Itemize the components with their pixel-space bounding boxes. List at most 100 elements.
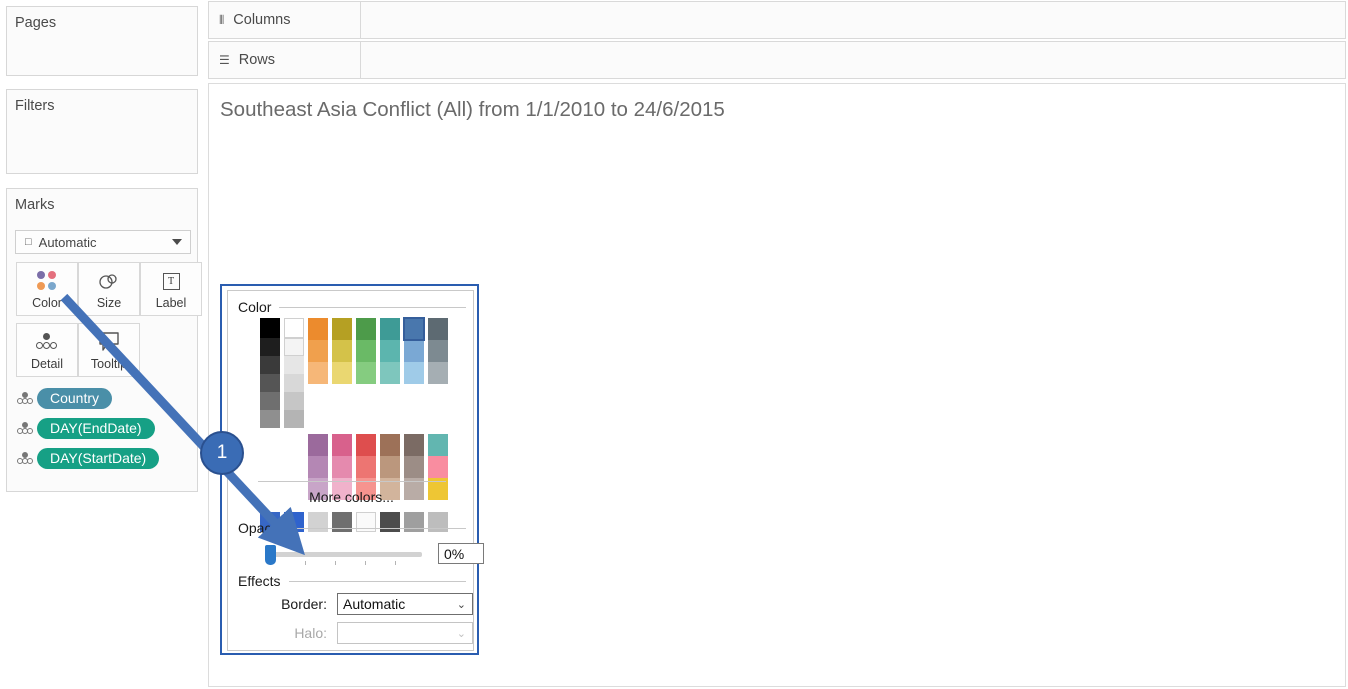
chevron-down-icon: ⌄ [456, 627, 466, 640]
rows-shelf[interactable]: ☰ Rows [208, 41, 1346, 79]
swatch-column-orange-ramp[interactable] [308, 318, 328, 384]
columns-label-text: Columns [233, 12, 291, 28]
color-swatch[interactable] [356, 434, 376, 456]
swatch-column-green-ramp[interactable] [356, 318, 376, 384]
chevron-down-icon: ⌄ [456, 598, 466, 611]
pill-label: Country [37, 387, 113, 409]
marks-tooltip-button[interactable]: Tooltip [78, 323, 140, 377]
color-swatch[interactable] [284, 318, 304, 338]
color-swatch[interactable] [284, 356, 304, 374]
color-swatch[interactable] [284, 374, 304, 392]
marks-size-button[interactable]: Size [78, 262, 140, 316]
size-circles-icon [97, 266, 121, 296]
filters-shelf-title: Filters [15, 98, 55, 114]
divider [279, 306, 466, 308]
detail-dots-icon [16, 421, 34, 435]
marks-label-button[interactable]: T Label [140, 262, 202, 316]
opacity-section-title: Opacity [238, 520, 286, 536]
rows-drop-area[interactable] [361, 42, 1345, 78]
opacity-slider-thumb[interactable] [265, 545, 276, 565]
color-swatch[interactable] [404, 362, 424, 384]
color-swatch[interactable] [284, 410, 304, 428]
halo-label: Halo: [294, 625, 327, 641]
effects-section-title: Effects [238, 573, 281, 589]
color-swatch[interactable] [356, 318, 376, 340]
marks-color-button[interactable]: Color [16, 262, 78, 316]
border-dropdown[interactable]: Automatic ⌄ [337, 593, 473, 615]
marks-detail-button[interactable]: Detail [16, 323, 78, 377]
more-colors-link[interactable]: More colors... [228, 489, 475, 505]
mark-type-dropdown[interactable]: □ Automatic [15, 230, 191, 254]
color-swatch[interactable] [260, 356, 280, 374]
halo-dropdown[interactable]: ⌄ [337, 622, 473, 644]
color-swatch[interactable] [308, 434, 328, 456]
detail-dots-icon [16, 391, 34, 405]
color-swatch[interactable] [332, 456, 352, 478]
color-swatch[interactable] [260, 392, 280, 410]
color-swatch[interactable] [428, 434, 448, 456]
columns-icon: ⦀ [219, 12, 226, 27]
marks-pill-country[interactable]: Country [16, 387, 113, 409]
color-swatch[interactable] [308, 362, 328, 384]
slider-tick [365, 561, 366, 565]
left-shelf-panel: Pages Filters Marks □ Automatic Color Si… [0, 0, 205, 689]
filters-shelf[interactable]: Filters [6, 89, 198, 174]
color-swatch[interactable] [356, 362, 376, 384]
color-editor-dialog[interactable]: Color More colors... Opacity 0% Effects … [220, 284, 484, 655]
marks-pill-day-startdate[interactable]: DAY(StartDate) [16, 447, 160, 469]
color-swatch[interactable] [308, 318, 328, 340]
slider-tick [395, 561, 396, 565]
marks-pill-day-enddate[interactable]: DAY(EndDate) [16, 417, 155, 439]
color-swatch[interactable] [284, 338, 304, 356]
color-swatch[interactable] [380, 362, 400, 384]
opacity-control[interactable]: 0% [260, 541, 484, 567]
color-swatch[interactable] [404, 340, 424, 362]
view-title: Southeast Asia Conflict (All) from 1/1/2… [220, 98, 725, 121]
divider [258, 481, 446, 482]
color-swatch[interactable] [260, 318, 280, 338]
color-swatch[interactable] [356, 456, 376, 478]
columns-drop-area[interactable] [361, 2, 1345, 38]
color-swatch[interactable] [284, 392, 304, 410]
color-swatch[interactable] [404, 456, 424, 478]
swatch-column-slate-ramp[interactable] [428, 318, 448, 384]
columns-shelf[interactable]: ⦀ Columns [208, 1, 1346, 39]
marks-label-label: Label [155, 296, 187, 310]
color-swatch[interactable] [380, 456, 400, 478]
color-swatch[interactable] [428, 340, 448, 362]
color-swatch[interactable] [260, 374, 280, 392]
color-swatch[interactable] [308, 340, 328, 362]
color-swatch[interactable] [332, 434, 352, 456]
color-swatch[interactable] [380, 318, 400, 340]
swatch-column-teal-ramp[interactable] [380, 318, 400, 384]
pill-label: DAY(StartDate) [37, 447, 160, 469]
rows-shelf-label: ☰ Rows [209, 42, 361, 78]
label-text-icon: T [162, 266, 180, 296]
color-swatch[interactable] [332, 340, 352, 362]
swatch-column-blue-ramp[interactable] [403, 317, 425, 384]
swatch-column-olive-ramp[interactable] [332, 318, 352, 384]
opacity-value-input[interactable]: 0% [438, 543, 484, 564]
color-swatch[interactable] [308, 456, 328, 478]
color-swatch[interactable] [404, 434, 424, 456]
color-swatch[interactable] [428, 456, 448, 478]
marks-card-title: Marks [15, 197, 55, 213]
color-swatch[interactable] [332, 318, 352, 340]
color-dialog-inner: Color More colors... Opacity 0% Effects … [227, 290, 484, 651]
opacity-slider-track[interactable] [272, 552, 422, 557]
color-swatch[interactable] [428, 318, 448, 340]
color-swatch[interactable] [380, 340, 400, 362]
color-swatch[interactable] [356, 340, 376, 362]
swatch-column-black-ramp[interactable] [260, 318, 280, 428]
color-swatch[interactable] [380, 434, 400, 456]
swatch-column-white-ramp[interactable] [284, 318, 304, 428]
color-swatch[interactable] [260, 410, 280, 428]
color-swatch[interactable] [332, 362, 352, 384]
pages-shelf[interactable]: Pages [6, 6, 198, 76]
detail-dots-icon [16, 451, 34, 465]
color-swatch[interactable] [403, 317, 425, 341]
color-swatch[interactable] [260, 338, 280, 356]
color-swatch[interactable] [428, 362, 448, 384]
effects-section-header: Effects [238, 573, 466, 589]
columns-shelf-label: ⦀ Columns [209, 2, 361, 38]
